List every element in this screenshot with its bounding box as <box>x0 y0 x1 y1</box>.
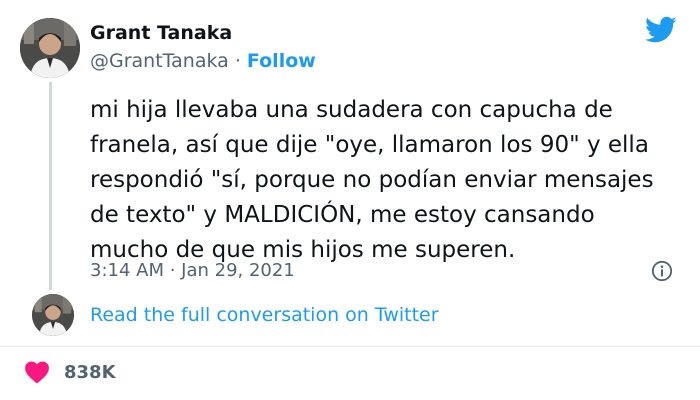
tweet-embed-card: Grant Tanaka @GrantTanaka · Follow mi hi… <box>0 0 700 400</box>
thread-connector-line <box>49 82 52 290</box>
author-name[interactable]: Grant Tanaka <box>90 22 232 44</box>
like-button[interactable]: 838K <box>24 360 116 384</box>
author-handle[interactable]: @GrantTanaka <box>90 50 229 72</box>
author-handle-row: @GrantTanaka · Follow <box>90 50 316 72</box>
tweet-timestamp[interactable]: 3:14 AM · Jan 29, 2021 <box>90 260 295 281</box>
like-count: 838K <box>64 361 116 383</box>
heart-icon <box>25 361 49 384</box>
avatar-photo <box>20 18 80 78</box>
tweet-text: mi hija llevaba una sudadera con capucha… <box>90 97 654 263</box>
avatar-photo-small <box>32 294 74 336</box>
follow-button[interactable]: Follow <box>247 50 316 72</box>
handle-separator: · <box>234 50 241 72</box>
footer-divider <box>0 346 700 347</box>
author-avatar[interactable] <box>20 18 80 78</box>
conversation-avatar[interactable] <box>32 294 74 336</box>
read-conversation-link[interactable]: Read the full conversation on Twitter <box>90 304 439 326</box>
twitter-bird-icon[interactable] <box>645 16 677 44</box>
info-icon[interactable] <box>651 260 673 282</box>
